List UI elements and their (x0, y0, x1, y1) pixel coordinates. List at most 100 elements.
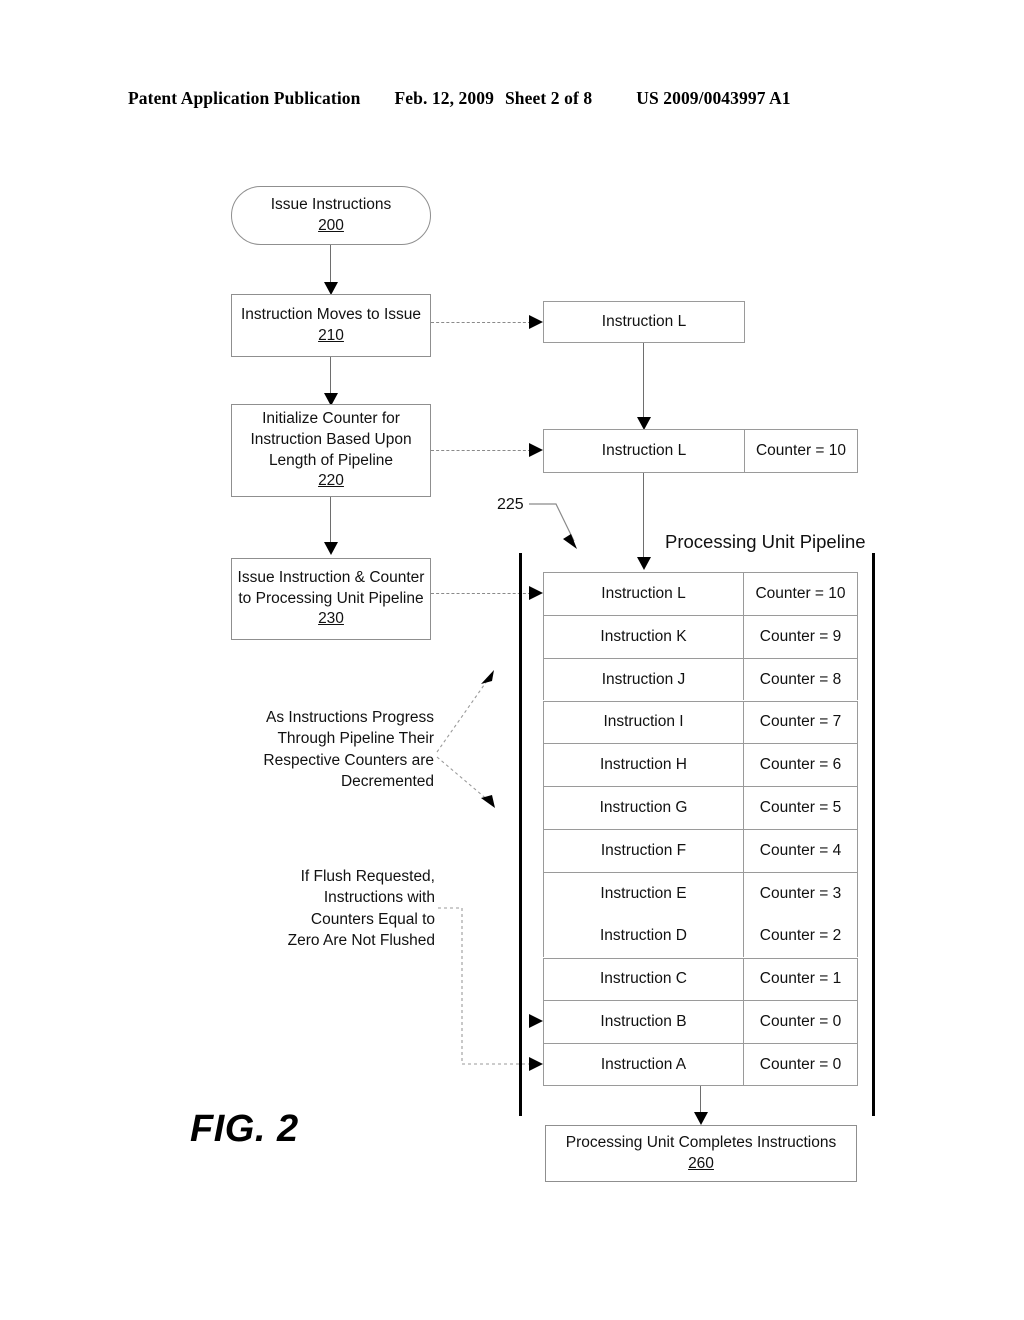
flow-node-processing-unit-completes: Processing Unit Completes Instructions 2… (545, 1125, 857, 1182)
pipeline-cell-counter: Counter = 5 (744, 786, 858, 829)
annotation-decrement-line2: Through Pipeline Their (277, 730, 434, 748)
page-header: Patent Application Publication Feb. 12, … (128, 88, 896, 114)
flow-node-220-line3: Length of Pipeline (268, 451, 394, 469)
pipeline-row: Instruction D Counter = 2 (543, 914, 858, 958)
pipeline-row: Instruction C Counter = 1 (543, 957, 858, 1001)
pipeline-cell-instruction: Instruction D (543, 914, 744, 958)
annotation-decrement-line3: Respective Counters are (263, 751, 434, 769)
pipeline-cell-counter: Counter = 0 (744, 1043, 858, 1086)
connector-counter-row-to-pipeline (643, 473, 645, 562)
pipeline-cell-instruction: Instruction F (543, 829, 744, 872)
example-counter-instruction-text: Instruction L (601, 442, 687, 459)
pipeline-cell-counter: Counter = 8 (744, 657, 858, 701)
annotation-decrement-line4: Decremented (340, 773, 434, 791)
arrowhead-into-row-instruction-b (529, 1013, 543, 1028)
header-publication-number: US 2009/0043997 A1 (636, 88, 791, 108)
arrowhead-decrement-upper (481, 670, 494, 684)
pipeline-row: Instruction A Counter = 0 (543, 1043, 858, 1086)
connector-instruction-l-to-counter-row (643, 343, 645, 420)
pipeline-cell-instruction: Instruction C (543, 957, 744, 1001)
leader-225 (529, 503, 575, 542)
flow-node-issue-instructions-ref: 200 (318, 216, 344, 234)
arrowhead-into-row-instruction-a (529, 1056, 543, 1071)
pipeline-row: Instruction K Counter = 9 (543, 614, 858, 658)
pipeline-cell-counter: Counter = 9 (744, 614, 858, 658)
arrowhead-220-to-230 (323, 542, 338, 555)
pipeline-cell-counter: Counter = 6 (744, 743, 858, 787)
pipeline-row: Instruction F Counter = 4 (543, 829, 858, 872)
annotation-flush-line3: Counters Equal to (310, 910, 435, 928)
annotation-flush-line4: Zero Are Not Flushed (287, 932, 435, 950)
dashed-link-210-to-instruction-l (431, 322, 531, 323)
pipeline-cell-instruction: Instruction J (543, 657, 744, 701)
example-issue-instruction-text: Instruction L (601, 313, 687, 330)
flow-node-issue-instruction-and-counter: Issue Instruction & Counter to Processin… (231, 558, 431, 640)
flow-node-230-line1: Issue Instruction & Counter (237, 569, 425, 587)
header-publication: Patent Application Publication (128, 88, 361, 108)
flow-node-260-ref: 260 (688, 1154, 714, 1172)
arrowhead-counter-row-to-pipeline (636, 557, 651, 570)
pipeline-cell-instruction: Instruction K (543, 614, 744, 658)
flow-node-210-text: Instruction Moves to Issue (240, 305, 422, 323)
flow-node-220-ref: 220 (318, 472, 344, 490)
flow-node-issue-instructions: Issue Instructions 200 (231, 186, 431, 245)
pipeline-row: Instruction B Counter = 0 (543, 1000, 858, 1044)
arrowhead-210-to-instruction-l (529, 314, 543, 329)
pipeline-cell-instruction: Instruction H (543, 743, 744, 787)
flow-node-230-ref: 230 (318, 610, 344, 628)
example-counter-value-cell: Counter = 10 (744, 429, 858, 473)
pipeline-row: Instruction L Counter = 10 (543, 572, 858, 615)
arrowhead-225 (563, 534, 577, 549)
annotation-flush-line1: If Flush Requested, (300, 868, 435, 885)
figure-label: FIG. 2 (190, 1108, 299, 1150)
leader-decrement-upper (436, 677, 490, 753)
pipeline-title: Processing Unit Pipeline (665, 531, 866, 552)
pipeline-row: Instruction G Counter = 5 (543, 786, 858, 829)
flow-node-220-line2: Instruction Based Upon (250, 430, 412, 448)
pipeline-cell-counter: Counter = 7 (744, 700, 858, 744)
pipeline-cell-instruction: Instruction G (543, 786, 744, 829)
example-counter-instruction-cell: Instruction L (543, 429, 745, 473)
flow-node-220-line1: Initialize Counter for (262, 410, 400, 428)
pipeline-cell-instruction: Instruction L (543, 572, 744, 615)
pipeline-cell-instruction: Instruction A (543, 1043, 744, 1086)
pipeline-rail-right (872, 553, 876, 1116)
pipeline-row: Instruction E Counter = 3 (543, 871, 858, 915)
arrowhead-230-to-pipeline (529, 585, 543, 600)
pipeline-cell-counter: Counter = 4 (744, 829, 858, 872)
leader-flush-elbow (438, 907, 529, 1065)
arrowhead-pipeline-to-260 (693, 1112, 708, 1125)
flow-node-210-ref: 210 (318, 326, 344, 344)
annotation-decrement: As Instructions Progress Through Pipelin… (232, 707, 434, 793)
flow-node-instruction-moves-to-issue: Instruction Moves to Issue 210 (231, 294, 431, 357)
example-counter-value-text: Counter = 10 (755, 442, 847, 459)
pipeline-reference-225: 225 (497, 496, 524, 513)
leader-decrement-lower (436, 756, 490, 802)
example-issue-instruction-cell: Instruction L (543, 301, 745, 343)
pipeline-row: Instruction J Counter = 8 (543, 657, 858, 701)
pipeline-cell-instruction: Instruction B (543, 1000, 744, 1044)
header-date: Feb. 12, 2009 (394, 88, 494, 108)
figure-leader-lines (436, 503, 577, 1065)
flow-node-260-text: Processing Unit Completes Instructions (565, 1133, 837, 1151)
flow-node-initialize-counter: Initialize Counter for Instruction Based… (231, 404, 431, 497)
dashed-link-230-to-pipeline (431, 593, 531, 594)
arrowhead-220-to-counter-row (529, 442, 543, 457)
pipeline-cell-counter: Counter = 10 (744, 572, 858, 615)
pipeline-cell-counter: Counter = 3 (744, 871, 858, 915)
pipeline-cell-instruction: Instruction E (543, 871, 744, 915)
pipeline-cell-counter: Counter = 0 (744, 1000, 858, 1044)
pipeline-rail-left (519, 553, 523, 1116)
pipeline-row: Instruction I Counter = 7 (543, 700, 858, 744)
pipeline-row: Instruction H Counter = 6 (543, 743, 858, 787)
annotation-decrement-line1: As Instructions Progress (266, 709, 434, 726)
dashed-link-220-to-counter-row (431, 450, 531, 451)
pipeline-table: Instruction L Counter = 10 Instruction K Co… (543, 572, 858, 1086)
flow-node-230-line2: to Processing Unit Pipeline (238, 589, 424, 607)
arrowhead-decrement-lower (481, 795, 495, 808)
annotation-flush: If Flush Requested, Instructions with Co… (255, 866, 435, 952)
annotation-flush-line2: Instructions with (323, 889, 435, 907)
header-sheet: Sheet 2 of 8 (504, 88, 593, 108)
pipeline-cell-instruction: Instruction I (543, 700, 744, 744)
pipeline-cell-counter: Counter = 1 (744, 957, 858, 1001)
